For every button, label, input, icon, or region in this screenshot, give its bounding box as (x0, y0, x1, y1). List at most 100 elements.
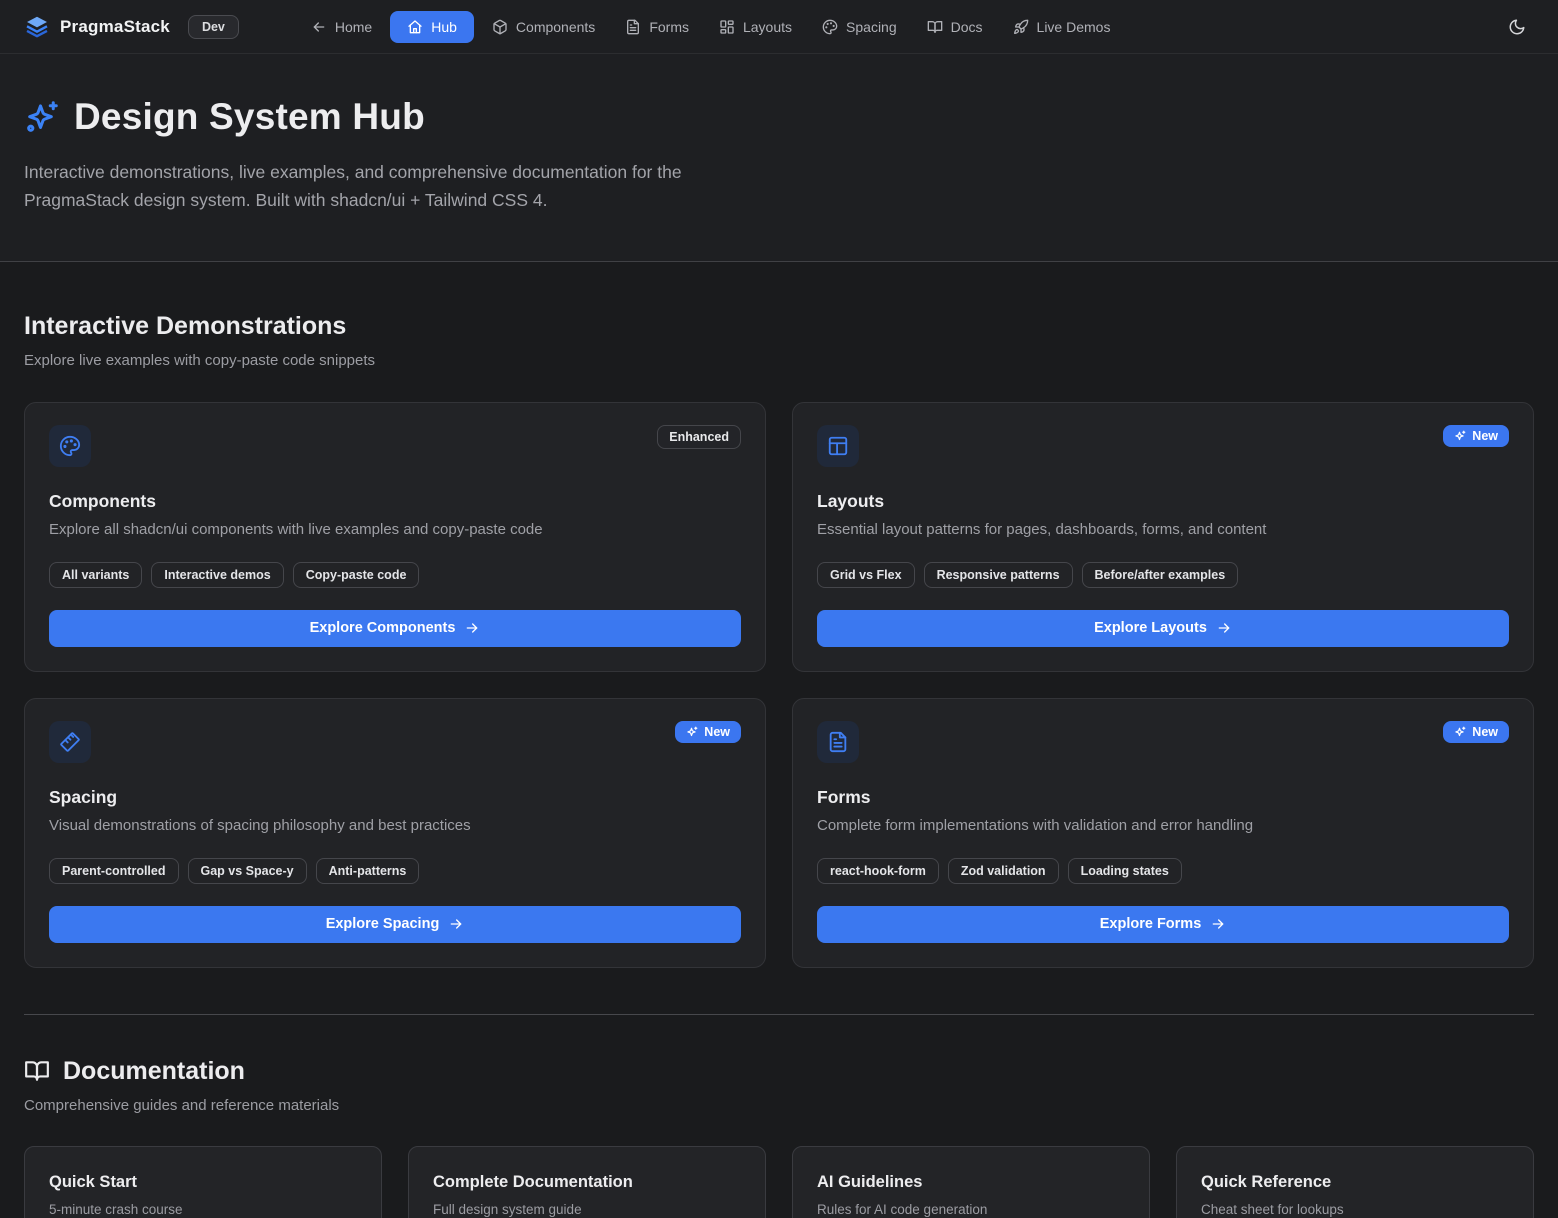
docs-card-grid: Quick Start 5-minute crash course Comple… (24, 1146, 1534, 1218)
new-badge: New (1443, 721, 1509, 743)
page-title: Design System Hub (74, 96, 425, 138)
brand[interactable]: PragmaStack Dev (24, 14, 239, 40)
tag-badge: Interactive demos (151, 562, 283, 588)
doc-card-description: Cheat sheet for lookups (1201, 1202, 1509, 1217)
nav-label: Spacing (846, 19, 897, 35)
nav-item-spacing[interactable]: Spacing (810, 11, 909, 43)
tag-row: react-hook-form Zod validation Loading s… (817, 858, 1509, 884)
tag-badge: Gap vs Space-y (188, 858, 307, 884)
tag-badge: Before/after examples (1082, 562, 1239, 588)
card-title: Components (49, 491, 741, 512)
nav-label: Home (335, 19, 372, 35)
doc-card-description: 5-minute crash course (49, 1202, 357, 1217)
tag-badge: Responsive patterns (924, 562, 1073, 588)
tag-badge: Grid vs Flex (817, 562, 915, 588)
book-open-icon (927, 19, 943, 35)
sparkles-icon (686, 726, 698, 738)
doc-card-title: Complete Documentation (433, 1173, 741, 1192)
card-description: Complete form implementations with valid… (817, 817, 1509, 834)
button-label: Explore Forms (1100, 916, 1202, 932)
doc-card-title: Quick Reference (1201, 1173, 1509, 1192)
nav-item-home[interactable]: Home (299, 11, 384, 43)
arrow-right-icon (1216, 620, 1232, 636)
tag-badge: Parent-controlled (49, 858, 179, 884)
demo-card-spacing: New Spacing Visual demonstrations of spa… (24, 698, 766, 968)
palette-icon (49, 425, 91, 467)
explore-components-button[interactable]: Explore Components (49, 610, 741, 647)
book-open-icon (24, 1058, 50, 1084)
nav-item-layouts[interactable]: Layouts (707, 11, 804, 43)
badge-label: New (1472, 725, 1498, 739)
sparkles-icon (1454, 726, 1466, 738)
box-icon (492, 19, 508, 35)
ruler-icon (49, 721, 91, 763)
card-description: Explore all shadcn/ui components with li… (49, 521, 741, 538)
demos-title: Interactive Demonstrations (24, 312, 1534, 341)
panels-top-icon (817, 425, 859, 467)
tag-badge: react-hook-form (817, 858, 939, 884)
nav-item-components[interactable]: Components (480, 11, 607, 43)
button-label: Explore Spacing (326, 916, 440, 932)
demo-card-grid: Enhanced Components Explore all shadcn/u… (24, 402, 1534, 968)
nav-item-docs[interactable]: Docs (915, 11, 995, 43)
arrow-right-icon (1210, 916, 1226, 932)
nav-item-hub[interactable]: Hub (390, 11, 474, 43)
nav-label: Components (516, 19, 595, 35)
doc-card-title: AI Guidelines (817, 1173, 1125, 1192)
tag-badge: Copy-paste code (293, 562, 420, 588)
arrow-left-icon (311, 19, 327, 35)
explore-layouts-button[interactable]: Explore Layouts (817, 610, 1509, 647)
main-content: Interactive Demonstrations Explore live … (0, 262, 1558, 1218)
doc-card-quick-start[interactable]: Quick Start 5-minute crash course (24, 1146, 382, 1218)
file-text-icon (625, 19, 641, 35)
nav-label: Hub (431, 19, 457, 35)
button-label: Explore Components (310, 620, 456, 636)
explore-forms-button[interactable]: Explore Forms (817, 906, 1509, 943)
sparkles-icon (1454, 430, 1466, 442)
demo-card-components: Enhanced Components Explore all shadcn/u… (24, 402, 766, 672)
badge-label: New (1472, 429, 1498, 443)
layers-logo-icon (24, 14, 50, 40)
layout-grid-icon (719, 19, 735, 35)
nav-label: Forms (649, 19, 689, 35)
tag-badge: Loading states (1068, 858, 1182, 884)
palette-icon (822, 19, 838, 35)
main-nav: Home Hub Components Forms Layouts (299, 11, 1123, 43)
docs-section-header: Documentation Comprehensive guides and r… (24, 1015, 1534, 1114)
card-description: Visual demonstrations of spacing philoso… (49, 817, 741, 834)
card-title: Spacing (49, 787, 741, 808)
file-text-icon (817, 721, 859, 763)
badge-label: New (704, 725, 730, 739)
nav-item-live-demos[interactable]: Live Demos (1001, 11, 1123, 43)
house-icon (407, 19, 423, 35)
sparkles-icon (24, 99, 60, 135)
doc-card-ai-guidelines[interactable]: AI Guidelines Rules for AI code generati… (792, 1146, 1150, 1218)
theme-toggle-button[interactable] (1500, 10, 1534, 44)
rocket-icon (1013, 19, 1029, 35)
tag-badge: Zod validation (948, 858, 1059, 884)
moon-icon (1508, 18, 1526, 36)
docs-subtitle: Comprehensive guides and reference mater… (24, 1097, 1534, 1114)
arrow-right-icon (464, 620, 480, 636)
page-subtitle: Interactive demonstrations, live example… (24, 158, 769, 215)
nav-label: Docs (951, 19, 983, 35)
doc-card-quick-reference[interactable]: Quick Reference Cheat sheet for lookups (1176, 1146, 1534, 1218)
card-title: Layouts (817, 491, 1509, 512)
tag-badge: Anti-patterns (316, 858, 420, 884)
nav-label: Live Demos (1037, 19, 1111, 35)
brand-name: PragmaStack (60, 17, 170, 37)
doc-card-description: Full design system guide (433, 1202, 741, 1217)
card-title: Forms (817, 787, 1509, 808)
env-badge: Dev (188, 15, 239, 39)
tag-badge: All variants (49, 562, 142, 588)
status-badge: Enhanced (657, 425, 741, 449)
demos-section-header: Interactive Demonstrations Explore live … (24, 262, 1534, 369)
nav-item-forms[interactable]: Forms (613, 11, 701, 43)
doc-card-description: Rules for AI code generation (817, 1202, 1125, 1217)
tag-row: Grid vs Flex Responsive patterns Before/… (817, 562, 1509, 588)
doc-card-complete-documentation[interactable]: Complete Documentation Full design syste… (408, 1146, 766, 1218)
tag-row: All variants Interactive demos Copy-past… (49, 562, 741, 588)
explore-spacing-button[interactable]: Explore Spacing (49, 906, 741, 943)
button-label: Explore Layouts (1094, 620, 1207, 636)
doc-card-title: Quick Start (49, 1173, 357, 1192)
